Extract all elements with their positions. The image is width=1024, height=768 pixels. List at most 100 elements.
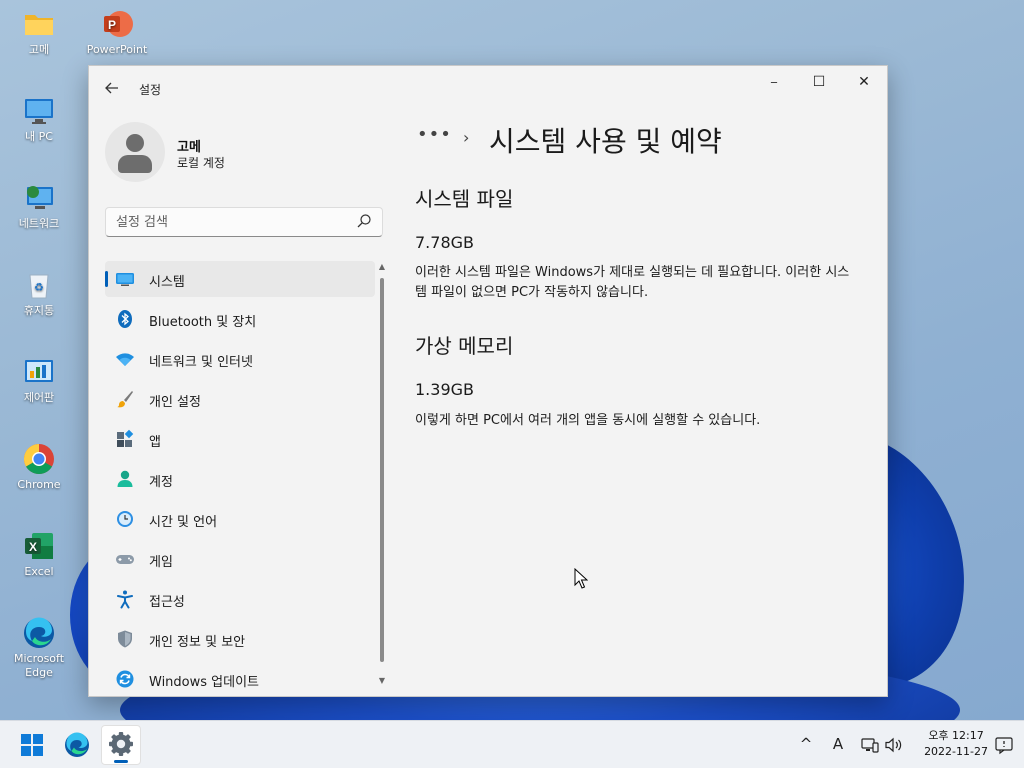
nav-item-apps[interactable]: 앱: [105, 421, 375, 457]
clock[interactable]: 오후 12:17 2022-11-27: [924, 728, 988, 760]
edge-icon: [65, 732, 89, 757]
taskbar-edge-button[interactable]: [57, 725, 97, 765]
window-title: 설정: [139, 83, 162, 97]
settings-icon: [109, 732, 133, 756]
settings-nav: 시스템 Bluetooth 및 장치 네트워크 및 인터넷 개인 설정 앱 계정…: [105, 261, 375, 701]
nav-label: 게임: [149, 555, 173, 570]
system-files-size: 7.78GB: [415, 233, 474, 252]
scroll-up-icon[interactable]: ▲: [377, 262, 387, 272]
nav-label: 시스템: [149, 275, 185, 290]
ime-indicator[interactable]: A: [828, 735, 848, 753]
recycle-bin-icon: ♻: [29, 274, 49, 299]
desktop-icon-chrome[interactable]: Chrome: [1, 443, 77, 492]
minimize-button[interactable]: ─: [751, 66, 797, 98]
desktop-icon-network[interactable]: 네트워크: [1, 182, 77, 231]
nav-item-accessibility[interactable]: 접근성: [105, 581, 375, 617]
desktop-icon-label: Excel: [24, 565, 54, 578]
nav-item-system[interactable]: 시스템: [105, 261, 375, 297]
notification-icon[interactable]: [994, 735, 1014, 755]
title-bar[interactable]: 설정 ─ ☐ ✕: [89, 66, 887, 112]
search-box[interactable]: [105, 207, 383, 237]
desktop-icon-label: 고메: [28, 43, 50, 56]
mouse-cursor-icon: [574, 568, 588, 589]
nav-item-time-language[interactable]: 시간 및 언어: [105, 501, 375, 537]
active-indicator: [114, 760, 128, 763]
virtual-memory-size: 1.39GB: [415, 380, 474, 399]
back-button[interactable]: [101, 77, 123, 99]
clock-date: 2022-11-27: [924, 745, 988, 758]
nav-label: 네트워크 및 인터넷: [149, 355, 253, 370]
scroll-thumb[interactable]: [380, 278, 384, 662]
nav-label: 시간 및 언어: [149, 515, 218, 530]
start-icon: [21, 734, 43, 756]
nav-item-gaming[interactable]: 게임: [105, 541, 375, 577]
apps-icon: [117, 429, 134, 447]
nav-item-privacy-security[interactable]: 개인 정보 및 보안: [105, 621, 375, 657]
close-button[interactable]: ✕: [841, 66, 887, 98]
accessibility-icon: [117, 590, 133, 609]
taskbar-settings-button[interactable]: [101, 725, 141, 765]
tray-overflow-chevron-icon[interactable]: ^: [796, 735, 816, 753]
search-icon[interactable]: [356, 213, 372, 229]
settings-window: 설정 ─ ☐ ✕ 고메 로컬 계정 설정 검색 시스템 Bluetooth 및 …: [88, 65, 888, 697]
nav-item-windows-update[interactable]: Windows 업데이트: [105, 661, 375, 697]
nav-label: 개인 설정: [149, 395, 201, 410]
nav-label: 개인 정보 및 보안: [149, 635, 246, 650]
volume-icon[interactable]: [884, 735, 904, 755]
desktop-icon-powerpoint[interactable]: P PowerPoint: [79, 8, 155, 57]
account-name: 고메: [177, 140, 201, 155]
account-card[interactable]: 고메 로컬 계정: [105, 122, 375, 184]
maximize-icon: ☐: [812, 74, 826, 90]
search-input[interactable]: [116, 212, 346, 232]
update-icon: [116, 670, 134, 688]
nav-label: Windows 업데이트: [149, 675, 260, 690]
desktop-icon-label: Chrome: [17, 478, 61, 491]
nav-scrollbar[interactable]: ▲ ▼: [377, 262, 387, 686]
desktop-icon-edge[interactable]: Microsoft Edge: [1, 617, 77, 680]
clock-globe-icon: [117, 511, 133, 527]
monitor-icon: [116, 273, 134, 286]
svg-text:X: X: [29, 540, 37, 554]
control-panel-icon: [25, 360, 53, 382]
chevron-right-icon: ›: [463, 128, 470, 147]
taskbar: ^ A 오후 12:17 2022-11-27: [0, 720, 1024, 768]
edge-icon: [24, 617, 54, 648]
brush-icon: [117, 391, 133, 408]
nav-label: 앱: [149, 435, 161, 450]
breadcrumb-more-button[interactable]: •••: [417, 124, 451, 145]
person-icon: [117, 470, 133, 487]
avatar-head: [126, 134, 144, 152]
desktop-icon-excel[interactable]: X Excel: [1, 530, 77, 579]
avatar-body: [118, 155, 152, 173]
nav-label: 접근성: [149, 595, 185, 610]
svg-text:♻: ♻: [34, 281, 44, 294]
virtual-memory-heading: 가상 메모리: [415, 334, 514, 358]
minimize-icon: ─: [770, 78, 778, 89]
back-arrow-icon: [105, 82, 118, 94]
start-button[interactable]: [12, 725, 52, 765]
shield-icon: [118, 630, 132, 648]
desktop-icon-gome-folder[interactable]: 고메: [1, 8, 77, 57]
desktop-icon-this-pc[interactable]: 내 PC: [1, 95, 77, 144]
scroll-down-icon[interactable]: ▼: [377, 676, 387, 686]
monitor-icon: [25, 99, 53, 124]
network-icon[interactable]: [860, 735, 880, 755]
chrome-icon: [23, 444, 54, 475]
gamepad-icon: [116, 555, 134, 564]
nav-item-accounts[interactable]: 계정: [105, 461, 375, 497]
maximize-button[interactable]: ☐: [796, 66, 842, 98]
system-files-heading: 시스템 파일: [415, 187, 514, 211]
close-icon: ✕: [858, 74, 870, 90]
nav-item-network[interactable]: 네트워크 및 인터넷: [105, 341, 375, 377]
clock-time: 오후 12:17: [928, 729, 984, 742]
desktop-icon-control-panel[interactable]: 제어판: [1, 356, 77, 405]
avatar: [105, 122, 165, 182]
desktop-icon-label: 휴지통: [23, 304, 55, 317]
system-files-description: 이러한 시스템 파일은 Windows가 제대로 실행되는 데 필요합니다. 이…: [415, 265, 850, 300]
nav-item-personalization[interactable]: 개인 설정: [105, 381, 375, 417]
desktop-icon-label: Microsoft Edge: [13, 652, 65, 679]
desktop-icon-label: PowerPoint: [86, 43, 148, 56]
nav-item-bluetooth[interactable]: Bluetooth 및 장치: [105, 301, 375, 337]
desktop-icon-recycle-bin[interactable]: ♻ 휴지통: [1, 269, 77, 318]
powerpoint-icon: P: [104, 11, 133, 37]
